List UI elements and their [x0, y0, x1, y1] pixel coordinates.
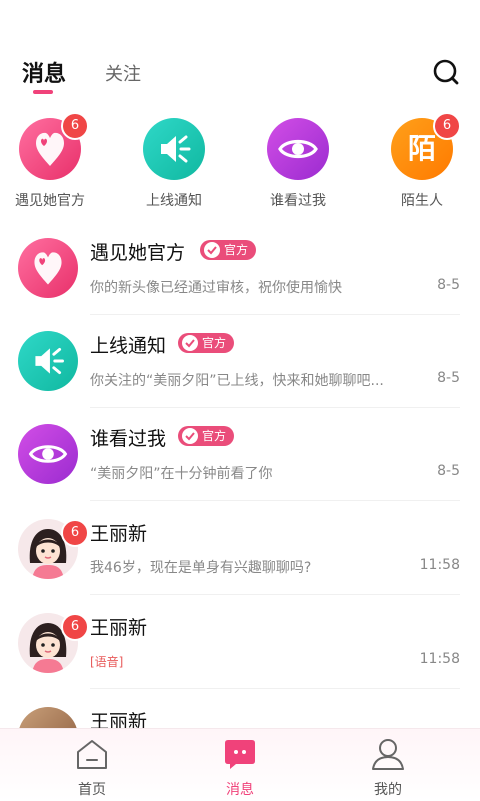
quick-entry-visitors[interactable]: 谁看过我	[248, 118, 348, 210]
check-icon	[204, 242, 220, 258]
active-tab-indicator	[33, 90, 53, 94]
conversation-official[interactable]: 遇见她官方 官方 你的新头像已经通过审核，祝你使用愉快 8-5	[0, 222, 480, 316]
conversation-name: 谁看过我	[90, 428, 167, 450]
eye-icon	[267, 118, 329, 180]
eye-icon	[18, 424, 78, 484]
profile-icon	[372, 739, 404, 770]
conversation-name: 王丽新	[90, 617, 148, 639]
nav-label: 消息	[226, 782, 254, 798]
heart-location-icon: 6	[19, 112, 89, 180]
conversation-preview: 你关注的“美丽夕阳”已上线，快来和她聊聊吧...	[90, 373, 384, 389]
tab-messages[interactable]: 消息	[22, 56, 66, 88]
message-icon	[225, 740, 255, 769]
unread-badge: 6	[61, 112, 89, 140]
speaker-icon	[18, 331, 78, 391]
quick-entry-label: 遇见她官方	[15, 193, 85, 209]
tag-label: 官方	[224, 243, 249, 257]
tag-label: 官方	[202, 336, 227, 350]
conversation-time: 8-5	[437, 463, 460, 479]
quick-entry-label: 上线通知	[146, 193, 202, 209]
conversation-online-notice[interactable]: 上线通知 官方 你关注的“美丽夕阳”已上线，快来和她聊聊吧... 8-5	[0, 315, 480, 409]
search-button[interactable]	[428, 54, 464, 90]
conversation-time: 11:58	[419, 651, 460, 667]
bottom-nav: 首页 消息 我的	[0, 728, 480, 801]
search-icon	[433, 59, 459, 85]
tab-following[interactable]: 关注	[105, 60, 141, 86]
conversation-time: 8-5	[437, 370, 460, 386]
conversation-user[interactable]: 6 王丽新 我46岁，现在是单身有兴趣聊聊吗? 11:58	[0, 501, 480, 595]
quick-entry-strangers[interactable]: 陌 6 陌生人	[372, 112, 472, 210]
home-icon	[77, 740, 107, 769]
quick-entry-online-notice[interactable]: 上线通知	[124, 118, 224, 210]
official-tag: 官方	[178, 426, 235, 446]
quick-entry-official[interactable]: 6 遇见她官方	[0, 112, 100, 210]
nav-label: 首页	[78, 782, 106, 798]
official-tag: 官方	[200, 240, 257, 260]
nav-label: 我的	[374, 782, 402, 798]
tag-label: 官方	[202, 429, 227, 443]
unread-badge: 6	[433, 112, 461, 140]
conversation-name: 王丽新	[90, 523, 148, 545]
speaker-icon	[143, 118, 205, 180]
conversation-name: 上线通知	[90, 335, 167, 357]
conversation-preview: 你的新头像已经通过审核，祝你使用愉快	[90, 280, 342, 296]
conversation-visitors[interactable]: 谁看过我 官方 “美丽夕阳”在十分钟前看了你 8-5	[0, 408, 480, 502]
conversation-preview: “美丽夕阳”在十分钟前看了你	[90, 466, 273, 482]
conversation-preview: 我46岁，现在是单身有兴趣聊聊吗?	[90, 560, 312, 576]
quick-entry-label: 陌生人	[401, 193, 443, 209]
conversation-time: 11:58	[419, 557, 460, 573]
unread-badge: 6	[61, 519, 89, 547]
conversation-time: 8-5	[437, 277, 460, 293]
quick-entry-label: 谁看过我	[270, 193, 326, 209]
nav-messages[interactable]: 消息	[190, 737, 290, 799]
nav-home[interactable]: 首页	[42, 737, 142, 799]
check-icon	[182, 428, 198, 444]
heart-location-icon	[18, 238, 78, 298]
conversation-user[interactable]: 6 王丽新 [语音] 11:58	[0, 595, 480, 689]
official-tag: 官方	[178, 333, 235, 353]
unread-badge: 6	[61, 613, 89, 641]
conversation-name: 遇见她官方	[90, 242, 186, 264]
nav-profile[interactable]: 我的	[338, 737, 438, 799]
stranger-icon: 陌 6	[391, 112, 461, 180]
voice-message-preview: [语音]	[90, 655, 124, 669]
check-icon	[182, 335, 198, 351]
